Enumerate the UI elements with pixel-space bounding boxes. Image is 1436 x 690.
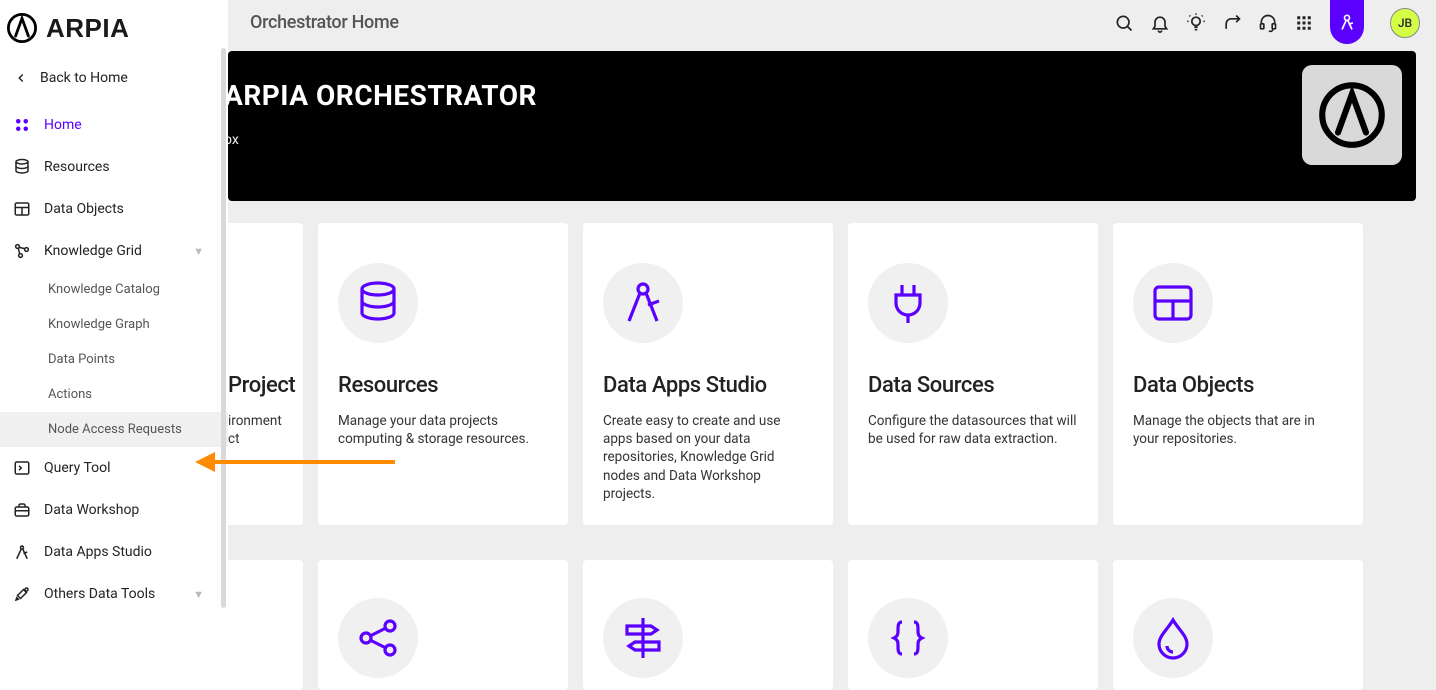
chevron-down-icon: ▼ <box>193 588 204 601</box>
topbar: Orchestrator Home JB <box>228 0 1436 45</box>
card-data-sources[interactable]: Data Sources Configure the datasources t… <box>848 223 1098 525</box>
brand-logo[interactable]: ARPIA <box>0 0 228 62</box>
nav-knowledge-grid-label: Knowledge Grid <box>44 243 142 259</box>
nav-home-label: Home <box>44 117 82 133</box>
card-row2-4[interactable] <box>1113 560 1363 690</box>
search-icon[interactable] <box>1114 13 1134 33</box>
nav-others-data-tools[interactable]: Others Data Tools ▼ <box>0 573 228 615</box>
home-dots-icon <box>12 116 32 134</box>
droplet-icon <box>1133 598 1213 678</box>
card-project[interactable]: Project ironment ct <box>228 223 303 525</box>
page-title: Orchestrator Home <box>250 12 399 33</box>
hero-subtitle: ox <box>228 132 1396 148</box>
back-label: Back to Home <box>40 70 128 86</box>
nav-data-apps-studio-label: Data Apps Studio <box>44 544 152 560</box>
chevron-down-icon: ▼ <box>193 245 204 258</box>
table-icon <box>12 200 32 218</box>
nav-home[interactable]: Home <box>0 104 228 146</box>
card-data-apps-studio[interactable]: Data Apps Studio Create easy to create a… <box>583 223 833 525</box>
card-data-objects[interactable]: Data Objects Manage the objects that are… <box>1113 223 1363 525</box>
card-row-1: Project ironment ct Resources Manage you… <box>228 201 1436 525</box>
nav-knowledge-grid[interactable]: Knowledge Grid ▼ <box>0 230 228 272</box>
terminal-icon <box>12 459 32 477</box>
card-row2-1[interactable] <box>318 560 568 690</box>
subnav-knowledge-graph[interactable]: Knowledge Graph <box>0 307 228 342</box>
card-title: Data Objects <box>1133 373 1343 398</box>
lightbulb-icon[interactable] <box>1186 13 1206 33</box>
share-nodes-icon <box>338 598 418 678</box>
brand-name: ARPIA <box>46 13 129 44</box>
hero-title: ARPIA ORCHESTRATOR <box>228 79 1396 112</box>
main-content: ARPIA ORCHESTRATOR ox Project ironment c… <box>228 45 1436 690</box>
plug-icon <box>868 263 948 343</box>
tools-icon <box>12 585 32 603</box>
card-desc: Manage your data projects computing & st… <box>338 412 548 448</box>
braces-icon <box>868 598 948 678</box>
subnav-data-points[interactable]: Data Points <box>0 342 228 377</box>
card-row2-3[interactable] <box>848 560 1098 690</box>
subnav-knowledge-catalog[interactable]: Knowledge Catalog <box>0 272 228 307</box>
card-desc: ironment ct <box>228 412 283 448</box>
card-row-2 <box>228 525 1436 690</box>
share-icon[interactable] <box>1222 13 1242 33</box>
arpia-logo-icon <box>1317 80 1387 150</box>
hero-banner: ARPIA ORCHESTRATOR ox <box>228 51 1416 201</box>
card-desc: Configure the datasources that will be u… <box>868 412 1078 448</box>
compass-icon <box>12 543 32 561</box>
card-desc: Manage the objects that are in your repo… <box>1133 412 1343 448</box>
card-title: Resources <box>338 373 548 398</box>
user-avatar[interactable]: JB <box>1390 8 1420 38</box>
nav-others-label: Others Data Tools <box>44 586 155 602</box>
nav-query-tool-label: Query Tool <box>44 460 111 476</box>
network-icon <box>12 242 32 260</box>
signpost-icon <box>603 598 683 678</box>
topbar-actions: JB <box>1114 1 1420 44</box>
toolbox-icon <box>12 501 32 519</box>
arpia-logo-icon <box>6 12 38 44</box>
compass-icon <box>603 263 683 343</box>
card-row2-0[interactable] <box>228 560 303 690</box>
chevron-left-icon <box>14 71 28 85</box>
table-icon <box>1133 263 1213 343</box>
apps-grid-icon[interactable] <box>1294 13 1314 33</box>
database-icon <box>338 263 418 343</box>
card-row2-2[interactable] <box>583 560 833 690</box>
card-desc: Create easy to create and use apps based… <box>603 412 813 503</box>
headset-icon[interactable] <box>1258 13 1278 33</box>
nav-data-apps-studio[interactable]: Data Apps Studio <box>0 531 228 573</box>
bell-icon[interactable] <box>1150 13 1170 33</box>
nav-data-workshop-label: Data Workshop <box>44 502 139 518</box>
subnav-actions[interactable]: Actions <box>0 377 228 412</box>
sidebar: ARPIA Back to Home Home Resources Data O… <box>0 0 228 690</box>
nav-data-objects[interactable]: Data Objects <box>0 188 228 230</box>
hero-logo-tile <box>1302 65 1402 165</box>
card-title: Data Apps Studio <box>603 373 813 398</box>
card-title: Data Sources <box>868 373 1078 398</box>
nav-resources-label: Resources <box>44 159 110 175</box>
card-resources[interactable]: Resources Manage your data projects comp… <box>318 223 568 525</box>
nav-resources[interactable]: Resources <box>0 146 228 188</box>
nav-data-workshop[interactable]: Data Workshop <box>0 489 228 531</box>
ai-assistant-button[interactable] <box>1330 0 1364 44</box>
nav-data-objects-label: Data Objects <box>44 201 124 217</box>
database-icon <box>12 158 32 176</box>
card-title: Project <box>228 373 283 398</box>
back-to-home[interactable]: Back to Home <box>0 62 228 104</box>
nav-query-tool[interactable]: Query Tool <box>0 447 228 489</box>
subnav-node-access-requests[interactable]: Node Access Requests <box>0 412 228 447</box>
